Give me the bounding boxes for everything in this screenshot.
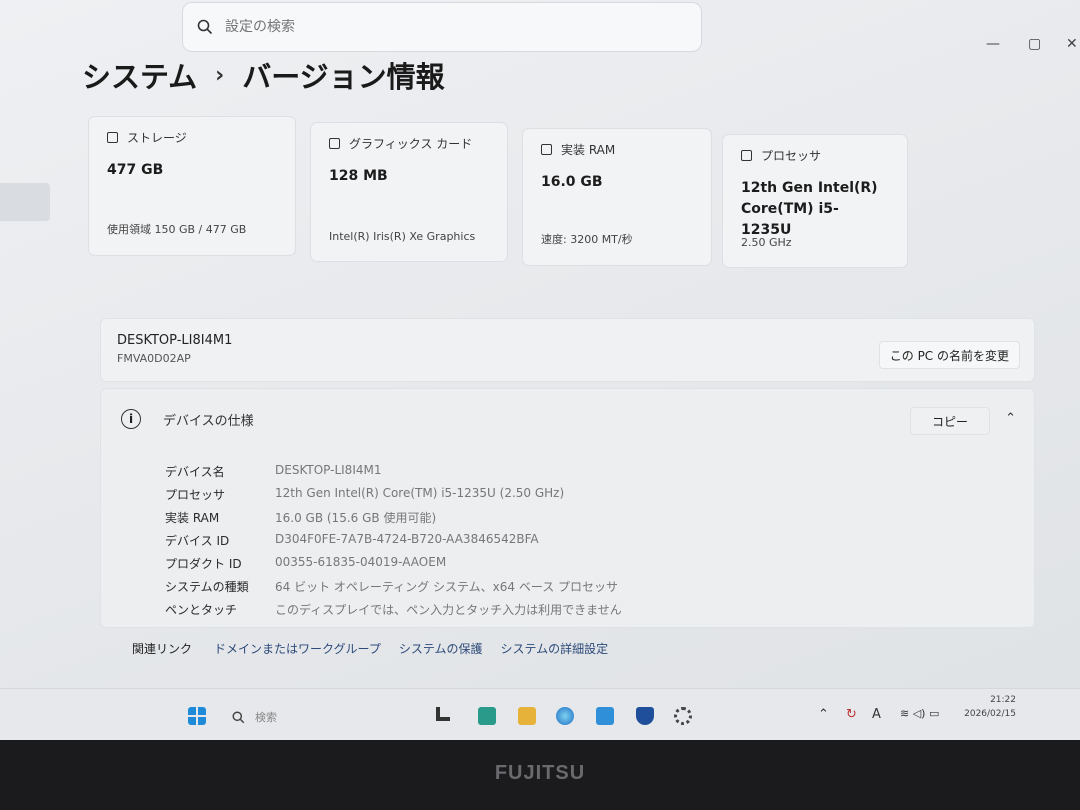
spec-value: DESKTOP-LI8I4M1 [275, 463, 382, 477]
windows-start-icon[interactable] [188, 707, 206, 725]
rename-pc-button[interactable]: この PC の名前を変更 [878, 341, 1020, 369]
link-system-protection[interactable]: システムの保護 [399, 640, 483, 657]
ime-mode-icon[interactable]: A [872, 707, 881, 722]
search-icon [232, 710, 245, 723]
settings-window: — ▢ ✕ システム › バージョン情報 ストレージ 477 GB 使用領域 1… [0, 0, 1080, 740]
security-shield-icon[interactable] [636, 707, 654, 725]
spec-value: 12th Gen Intel(R) Core(TM) i5-1235U (2.5… [275, 486, 565, 500]
minimize-button[interactable]: — [986, 36, 1000, 52]
spec-key: プロダクト ID [165, 557, 242, 571]
page-title: バージョン情報 [242, 60, 445, 94]
spec-value: 00355-61835-04019-AAOEM [275, 555, 447, 569]
close-button[interactable]: ✕ [1066, 36, 1078, 52]
spec-key: デバイス ID [165, 534, 230, 548]
spec-key: システムの種類 [165, 580, 249, 594]
graphics-card[interactable]: グラフィックス カード 128 MB Intel(R) Iris(R) Xe G… [310, 122, 508, 262]
settings-search-box[interactable] [182, 2, 702, 52]
card-sub: 速度: 3200 MT/秒 [541, 233, 633, 246]
spec-row: ペンとタッチ このディスプレイでは、ペン入力とタッチ入力は利用できません [165, 601, 622, 618]
spec-row: プロセッサ 12th Gen Intel(R) Core(TM) i5-1235U… [165, 486, 564, 503]
search-icon [197, 19, 213, 35]
card-label: ストレージ [127, 131, 187, 145]
taskbar-search-label: 検索 [255, 711, 277, 724]
device-specs-header[interactable]: i デバイスの仕様 [121, 409, 254, 429]
task-view-icon[interactable] [436, 707, 450, 721]
processor-card[interactable]: プロセッサ 12th Gen Intel(R) Core(TM) i5-1235… [722, 134, 908, 268]
chevron-up-icon[interactable]: ⌃ [1005, 411, 1016, 426]
device-specs-title: デバイスの仕様 [163, 413, 254, 429]
spec-row: 実装 RAM 16.0 GB (15.6 GB 使用可能) [165, 509, 436, 526]
card-value: 477 GB [107, 162, 164, 178]
breadcrumb-parent[interactable]: システム [82, 54, 197, 96]
related-links: 関連リンク ドメインまたはワークグループ システムの保護 システムの詳細設定 [132, 640, 608, 657]
edge-browser-icon[interactable] [556, 707, 574, 725]
copy-button[interactable]: コピー [910, 407, 990, 435]
settings-gear-icon[interactable] [674, 707, 692, 725]
device-model: FMVA0D02AP [117, 352, 191, 365]
spec-value: 64 ビット オペレーティング システム、x64 ベース プロセッサ [275, 580, 619, 594]
card-label: グラフィックス カード [349, 137, 473, 151]
info-icon: i [121, 409, 141, 429]
maximize-button[interactable]: ▢ [1028, 36, 1041, 52]
spec-row: デバイス ID D304F0FE-7A7B-4724-B720-AA3846542… [165, 532, 539, 549]
graphics-card-icon [329, 138, 340, 149]
spec-row: プロダクト ID 00355-61835-04019-AAOEM [165, 555, 446, 572]
spec-key: デバイス名 [165, 465, 225, 479]
card-sub: 使用領域 150 GB / 477 GB [107, 223, 247, 236]
spec-row: システムの種類 64 ビット オペレーティング システム、x64 ベース プロセッ… [165, 578, 618, 595]
ram-card[interactable]: 実装 RAM 16.0 GB 速度: 3200 MT/秒 [522, 128, 712, 266]
widgets-icon[interactable] [478, 707, 496, 725]
clock-date: 2026/02/15 [964, 709, 1016, 719]
card-label: プロセッサ [761, 149, 822, 163]
card-value: 128 MB [329, 168, 388, 184]
breadcrumb: システム › バージョン情報 [82, 54, 445, 96]
card-value: 12th Gen Intel(R) Core(TM) i5-1235U [741, 180, 878, 238]
file-explorer-icon[interactable] [518, 707, 536, 725]
spec-key: プロセッサ [165, 488, 226, 502]
spec-key: 実装 RAM [165, 511, 220, 525]
ram-icon [541, 144, 552, 155]
link-advanced-system-settings[interactable]: システムの詳細設定 [500, 640, 608, 657]
chevron-up-icon[interactable]: ⌃ [818, 707, 829, 722]
network-volume-battery-icon[interactable]: ≋ ◁) ▭ [900, 707, 939, 720]
spec-value: 16.0 GB (15.6 GB 使用可能) [275, 511, 437, 525]
clock-time: 21:22 [990, 695, 1016, 705]
fujitsu-logo: FUJITSU [494, 762, 586, 784]
taskbar-search[interactable]: 検索 [232, 709, 277, 725]
spec-key: ペンとタッチ [165, 603, 238, 617]
device-hostname: DESKTOP-LI8I4M1 [117, 333, 233, 348]
nav-selected-indicator[interactable] [0, 183, 50, 221]
store-icon[interactable] [596, 707, 614, 725]
card-sub: Intel(R) Iris(R) Xe Graphics [329, 230, 476, 243]
spec-value: D304F0FE-7A7B-4724-B720-AA3846542BFA [275, 532, 539, 546]
card-sub: 2.50 GHz [741, 236, 792, 249]
storage-icon [107, 132, 118, 143]
processor-icon [741, 150, 752, 161]
link-domain-workgroup[interactable]: ドメインまたはワークグループ [214, 640, 381, 657]
sync-icon[interactable]: ↻ [846, 707, 857, 722]
breadcrumb-separator: › [215, 62, 225, 88]
spec-value: このディスプレイでは、ペン入力とタッチ入力は利用できません [275, 603, 622, 617]
device-specs-panel: i デバイスの仕様 コピー ⌃ デバイス名 DESKTOP-LI8I4M1 プロセ… [100, 388, 1035, 628]
taskbar-clock[interactable]: 21:22 2026/02/15 [964, 693, 1016, 721]
taskbar: 検索 ⌃ ↻ A ≋ ◁) ▭ 21:22 2026/02/15 [0, 688, 1080, 740]
spec-row: デバイス名 DESKTOP-LI8I4M1 [165, 463, 381, 480]
card-label: 実装 RAM [561, 143, 616, 157]
storage-card[interactable]: ストレージ 477 GB 使用領域 150 GB / 477 GB [88, 116, 296, 256]
related-links-label: 関連リンク [132, 642, 193, 656]
search-input[interactable] [225, 19, 665, 35]
card-value: 16.0 GB [541, 174, 603, 190]
device-name-panel: DESKTOP-LI8I4M1 FMVA0D02AP この PC の名前を変更 [100, 318, 1035, 382]
